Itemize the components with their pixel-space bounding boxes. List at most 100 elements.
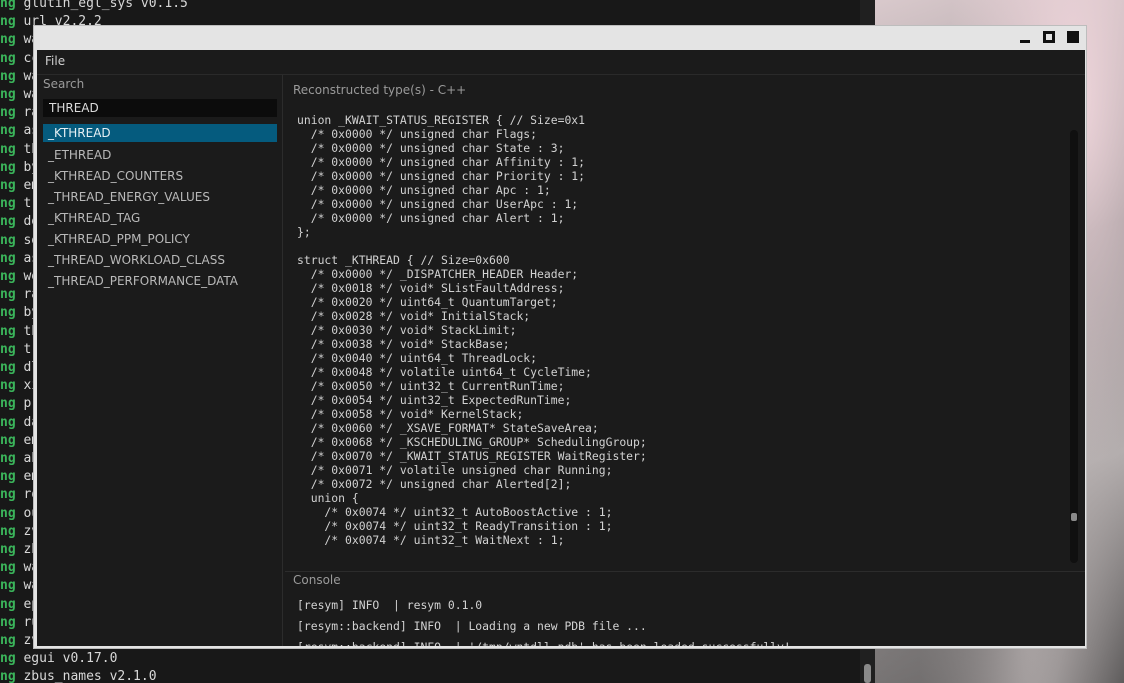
code-scrollbar-thumb[interactable] bbox=[1071, 513, 1077, 521]
minimize-button[interactable] bbox=[1018, 30, 1032, 44]
terminal-line-prefix: ng bbox=[0, 323, 16, 339]
type-list-item[interactable]: _ETHREAD bbox=[43, 145, 277, 166]
code-line: /* 0x0058 */ void* KernelStack; bbox=[297, 407, 524, 421]
terminal-line: ng zbus_names v2.1.0 bbox=[0, 666, 157, 683]
terminal-scrollbar-thumb[interactable] bbox=[864, 664, 871, 683]
terminal-line-prefix: ng bbox=[0, 614, 16, 630]
code-line: }; bbox=[297, 225, 311, 239]
code-line: /* 0x0020 */ uint64_t QuantumTarget; bbox=[297, 295, 558, 309]
terminal-line-prefix: ng bbox=[0, 469, 16, 485]
code-line: /* 0x0000 */ unsigned char UserApc : 1; bbox=[297, 197, 579, 211]
type-list: _KTHREAD _ETHREAD _KTHREAD_COUNTERS _THREAD… bbox=[43, 124, 277, 292]
terminal-line-prefix: ng bbox=[0, 414, 16, 430]
console-output: [resym] INFO | resym 0.1.0[resym::backen… bbox=[297, 595, 1067, 646]
terminal-line-prefix: ng bbox=[0, 560, 16, 576]
terminal-line-prefix: ng bbox=[0, 542, 16, 557]
code-line: /* 0x0072 */ unsigned char Alerted[2]; bbox=[297, 477, 572, 491]
terminal-line-prefix: ng bbox=[0, 269, 16, 284]
terminal-line-prefix: ng bbox=[0, 159, 16, 175]
terminal-line-text: egui v0.17.0 bbox=[23, 651, 118, 667]
code-line: /* 0x0000 */ unsigned char Flags; bbox=[297, 127, 538, 141]
terminal-line-prefix: ng bbox=[0, 232, 16, 248]
code-line: /* 0x0070 */ _KWAIT_STATUS_REGISTER Wait… bbox=[297, 449, 647, 463]
code-line: /* 0x0000 */ unsigned char Priority : 1; bbox=[297, 169, 586, 183]
terminal-line-prefix: ng bbox=[0, 578, 16, 594]
code-line: /* 0x0038 */ void* StackBase; bbox=[297, 337, 510, 351]
window-titlebar[interactable] bbox=[34, 26, 1086, 50]
type-list-item[interactable]: _THREAD_PERFORMANCE_DATA bbox=[43, 271, 277, 292]
code-line: /* 0x0074 */ uint32_t AutoBoostActive : … bbox=[297, 505, 613, 519]
code-line: /* 0x0074 */ uint32_t WaitNext : 1; bbox=[297, 533, 565, 547]
resym-window: File Search _KTHREAD _ETHREAD_KTHREAD_COU… bbox=[33, 25, 1087, 649]
terminal-line-prefix: ng bbox=[0, 196, 16, 212]
terminal-line-prefix: ng bbox=[0, 432, 16, 448]
code-view[interactable]: union _KWAIT_STATUS_REGISTER { // Size=0… bbox=[297, 113, 1057, 567]
type-list-item[interactable]: _THREAD_ENERGY_VALUES bbox=[43, 187, 277, 208]
terminal-line-prefix: ng bbox=[0, 214, 16, 230]
terminal-line-prefix: ng bbox=[0, 378, 16, 394]
code-panel-title: Reconstructed type(s) - C++ bbox=[293, 83, 467, 97]
console-line: [resym::backend] INFO | Loading a new PD… bbox=[297, 619, 647, 633]
code-line: union _KWAIT_STATUS_REGISTER { // Size=0… bbox=[297, 113, 586, 127]
type-list-item[interactable]: _KTHREAD_PPM_POLICY bbox=[43, 229, 277, 250]
code-line: /* 0x0000 */ unsigned char Alert : 1; bbox=[297, 211, 565, 225]
terminal-line-prefix: ng bbox=[0, 123, 16, 139]
terminal-line-prefix: ng bbox=[0, 451, 16, 466]
search-input[interactable] bbox=[49, 99, 269, 117]
type-list-item[interactable]: _KTHREAD_COUNTERS bbox=[43, 166, 277, 187]
code-line: /* 0x0060 */ _XSAVE_FORMAT* StateSaveAre… bbox=[297, 421, 599, 435]
code-scrollbar[interactable] bbox=[1070, 130, 1078, 563]
terminal-line-prefix: ng bbox=[0, 178, 16, 193]
code-line: /* 0x0071 */ volatile unsigned char Runn… bbox=[297, 463, 613, 477]
console-title: Console bbox=[293, 573, 341, 587]
terminal-line-prefix: ng bbox=[0, 523, 16, 539]
terminal-line-prefix: ng bbox=[0, 0, 16, 11]
console-divider bbox=[285, 571, 1085, 572]
code-line: /* 0x0068 */ _KSCHEDULING_GROUP* Schedul… bbox=[297, 435, 647, 449]
terminal-line-prefix: ng bbox=[0, 287, 16, 303]
code-line: union { bbox=[297, 491, 359, 505]
terminal-line-prefix: ng bbox=[0, 141, 16, 157]
menu-bar: File bbox=[37, 50, 1085, 75]
code-line: /* 0x0040 */ uint64_t ThreadLock; bbox=[297, 351, 538, 365]
type-list-item[interactable]: _KTHREAD_TAG bbox=[43, 208, 277, 229]
maximize-button[interactable] bbox=[1042, 30, 1056, 44]
code-line: /* 0x0074 */ uint32_t ReadyTransition : … bbox=[297, 519, 613, 533]
menu-file[interactable]: File bbox=[45, 54, 65, 68]
terminal-line-prefix: ng bbox=[0, 596, 16, 612]
terminal-line-prefix: ng bbox=[0, 14, 16, 30]
code-line: /* 0x0000 */ unsigned char Affinity : 1; bbox=[297, 155, 586, 169]
terminal-line-prefix: ng bbox=[0, 68, 16, 84]
code-line: struct _KTHREAD { // Size=0x600 bbox=[297, 253, 510, 267]
code-line: /* 0x0030 */ void* StackLimit; bbox=[297, 323, 517, 337]
code-line: /* 0x0000 */ unsigned char State : 3; bbox=[297, 141, 565, 155]
code-line: /* 0x0054 */ uint32_t ExpectedRunTime; bbox=[297, 393, 572, 407]
code-line: /* 0x0000 */ unsigned char Apc : 1; bbox=[297, 183, 551, 197]
close-button[interactable] bbox=[1066, 30, 1080, 44]
terminal-line-prefix: ng bbox=[0, 396, 16, 412]
console-line: [resym] INFO | resym 0.1.0 bbox=[297, 598, 483, 612]
terminal-line-prefix: ng bbox=[0, 250, 16, 266]
terminal-line-prefix: ng bbox=[0, 669, 16, 683]
code-line: /* 0x0028 */ void* InitialStack; bbox=[297, 309, 531, 323]
search-label: Search bbox=[43, 77, 85, 91]
terminal-line-prefix: ng bbox=[0, 360, 16, 375]
terminal-line-prefix: ng bbox=[0, 305, 16, 321]
terminal-line-prefix: ng bbox=[0, 633, 16, 648]
terminal-line-prefix: ng bbox=[0, 87, 16, 102]
search-box[interactable] bbox=[43, 99, 277, 117]
code-line: /* 0x0000 */ _DISPATCHER_HEADER Header; bbox=[297, 267, 579, 281]
terminal-line-prefix: ng bbox=[0, 341, 16, 357]
terminal-line-prefix: ng bbox=[0, 505, 16, 521]
terminal-line-text: glutin_egl_sys v0.1.5 bbox=[23, 0, 188, 11]
terminal-line-prefix: ng bbox=[0, 487, 16, 503]
terminal-line-prefix: ng bbox=[0, 105, 16, 121]
type-list-item[interactable]: _KTHREAD bbox=[43, 124, 277, 142]
terminal-line-text: zbus_names v2.1.0 bbox=[23, 669, 157, 683]
console-line: [resym::backend] INFO | '/tmp/wntdll.pdb… bbox=[297, 637, 1067, 646]
code-line: /* 0x0050 */ uint32_t CurrentRunTime; bbox=[297, 379, 565, 393]
code-line: /* 0x0018 */ void* SListFaultAddress; bbox=[297, 281, 565, 295]
terminal-line-prefix: ng bbox=[0, 50, 16, 66]
type-list-item[interactable]: _THREAD_WORKLOAD_CLASS bbox=[43, 250, 277, 271]
